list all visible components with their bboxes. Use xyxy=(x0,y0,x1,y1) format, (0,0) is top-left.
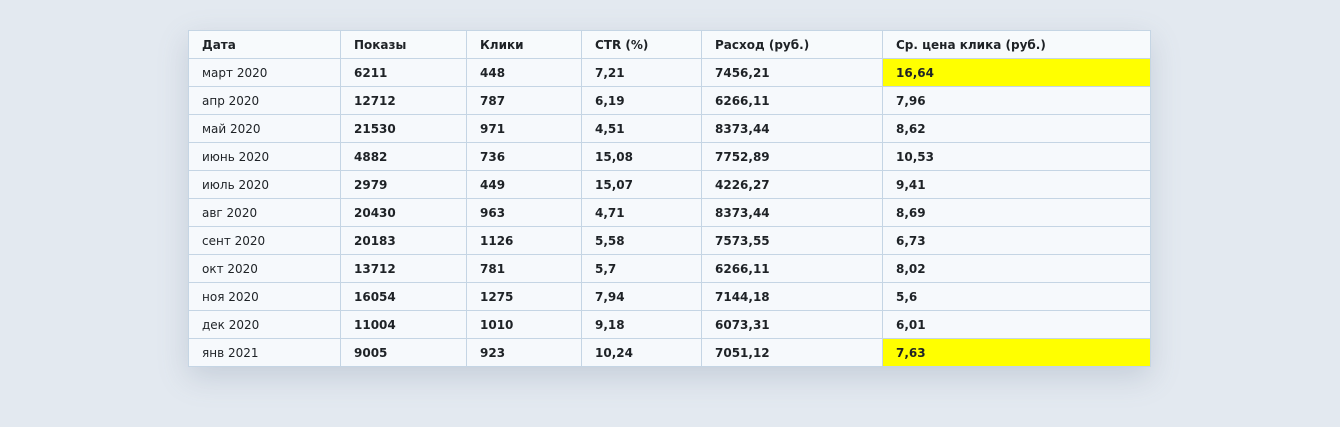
table-row: авг 2020 20430 963 4,71 8373,44 8,69 xyxy=(188,198,1151,227)
table-row: янв 2021 9005 923 10,24 7051,12 7,63 xyxy=(188,338,1151,367)
table-row: май 2020 21530 971 4,51 8373,44 8,62 xyxy=(188,114,1151,143)
header-clicks: Клики xyxy=(466,30,582,59)
avg-cpc-cell: 7,96 xyxy=(882,86,1151,115)
table-row: дек 2020 11004 1010 9,18 6073,31 6,01 xyxy=(188,310,1151,339)
impressions-cell: 12712 xyxy=(340,86,467,115)
ctr-cell: 9,18 xyxy=(581,310,702,339)
table-row: апр 2020 12712 787 6,19 6266,11 7,96 xyxy=(188,86,1151,115)
avg-cpc-cell: 9,41 xyxy=(882,170,1151,199)
avg-cpc-cell: 8,62 xyxy=(882,114,1151,143)
date-cell: апр 2020 xyxy=(188,86,341,115)
table-row: июль 2020 2979 449 15,07 4226,27 9,41 xyxy=(188,170,1151,199)
table-row: сент 2020 20183 1126 5,58 7573,55 6,73 xyxy=(188,226,1151,255)
ctr-cell: 5,58 xyxy=(581,226,702,255)
date-cell: март 2020 xyxy=(188,58,341,87)
ctr-cell: 5,7 xyxy=(581,254,702,283)
ctr-cell: 15,08 xyxy=(581,142,702,171)
clicks-cell: 781 xyxy=(466,254,582,283)
spend-cell: 7752,89 xyxy=(701,142,883,171)
avg-cpc-cell: 8,02 xyxy=(882,254,1151,283)
impressions-cell: 4882 xyxy=(340,142,467,171)
avg-cpc-cell: 6,73 xyxy=(882,226,1151,255)
date-cell: июнь 2020 xyxy=(188,142,341,171)
avg-cpc-cell: 7,63 xyxy=(882,338,1151,367)
clicks-cell: 736 xyxy=(466,142,582,171)
header-ctr: CTR (%) xyxy=(581,30,702,59)
clicks-cell: 448 xyxy=(466,58,582,87)
spend-cell: 7144,18 xyxy=(701,282,883,311)
header-spend: Расход (руб.) xyxy=(701,30,883,59)
date-cell: май 2020 xyxy=(188,114,341,143)
ctr-cell: 10,24 xyxy=(581,338,702,367)
ctr-cell: 7,21 xyxy=(581,58,702,87)
header-avg-cpc: Ср. цена клика (руб.) xyxy=(882,30,1151,59)
header-impressions: Показы xyxy=(340,30,467,59)
table-row: март 2020 6211 448 7,21 7456,21 16,64 xyxy=(188,58,1151,87)
impressions-cell: 2979 xyxy=(340,170,467,199)
impressions-cell: 21530 xyxy=(340,114,467,143)
clicks-cell: 971 xyxy=(466,114,582,143)
spend-cell: 8373,44 xyxy=(701,198,883,227)
stats-table-card: Дата Показы Клики CTR (%) Расход (руб.) … xyxy=(188,30,1151,367)
table-row: июнь 2020 4882 736 15,08 7752,89 10,53 xyxy=(188,142,1151,171)
table-row: ноя 2020 16054 1275 7,94 7144,18 5,6 xyxy=(188,282,1151,311)
impressions-cell: 20430 xyxy=(340,198,467,227)
spend-cell: 6266,11 xyxy=(701,86,883,115)
date-cell: июль 2020 xyxy=(188,170,341,199)
clicks-cell: 963 xyxy=(466,198,582,227)
date-cell: окт 2020 xyxy=(188,254,341,283)
avg-cpc-cell: 6,01 xyxy=(882,310,1151,339)
impressions-cell: 13712 xyxy=(340,254,467,283)
ctr-cell: 4,71 xyxy=(581,198,702,227)
avg-cpc-cell: 5,6 xyxy=(882,282,1151,311)
spend-cell: 7573,55 xyxy=(701,226,883,255)
clicks-cell: 1010 xyxy=(466,310,582,339)
date-cell: сент 2020 xyxy=(188,226,341,255)
impressions-cell: 16054 xyxy=(340,282,467,311)
avg-cpc-cell: 16,64 xyxy=(882,58,1151,87)
spend-cell: 7456,21 xyxy=(701,58,883,87)
table-row: окт 2020 13712 781 5,7 6266,11 8,02 xyxy=(188,254,1151,283)
clicks-cell: 1126 xyxy=(466,226,582,255)
clicks-cell: 787 xyxy=(466,86,582,115)
monthly-stats-table: Дата Показы Клики CTR (%) Расход (руб.) … xyxy=(188,30,1151,367)
impressions-cell: 9005 xyxy=(340,338,467,367)
ctr-cell: 4,51 xyxy=(581,114,702,143)
date-cell: янв 2021 xyxy=(188,338,341,367)
avg-cpc-cell: 8,69 xyxy=(882,198,1151,227)
spend-cell: 7051,12 xyxy=(701,338,883,367)
spend-cell: 8373,44 xyxy=(701,114,883,143)
impressions-cell: 20183 xyxy=(340,226,467,255)
date-cell: авг 2020 xyxy=(188,198,341,227)
ctr-cell: 7,94 xyxy=(581,282,702,311)
clicks-cell: 923 xyxy=(466,338,582,367)
spend-cell: 6266,11 xyxy=(701,254,883,283)
header-date: Дата xyxy=(188,30,341,59)
impressions-cell: 6211 xyxy=(340,58,467,87)
clicks-cell: 1275 xyxy=(466,282,582,311)
clicks-cell: 449 xyxy=(466,170,582,199)
impressions-cell: 11004 xyxy=(340,310,467,339)
spend-cell: 4226,27 xyxy=(701,170,883,199)
date-cell: дек 2020 xyxy=(188,310,341,339)
date-cell: ноя 2020 xyxy=(188,282,341,311)
spend-cell: 6073,31 xyxy=(701,310,883,339)
table-header-row: Дата Показы Клики CTR (%) Расход (руб.) … xyxy=(188,30,1151,59)
avg-cpc-cell: 10,53 xyxy=(882,142,1151,171)
ctr-cell: 6,19 xyxy=(581,86,702,115)
ctr-cell: 15,07 xyxy=(581,170,702,199)
